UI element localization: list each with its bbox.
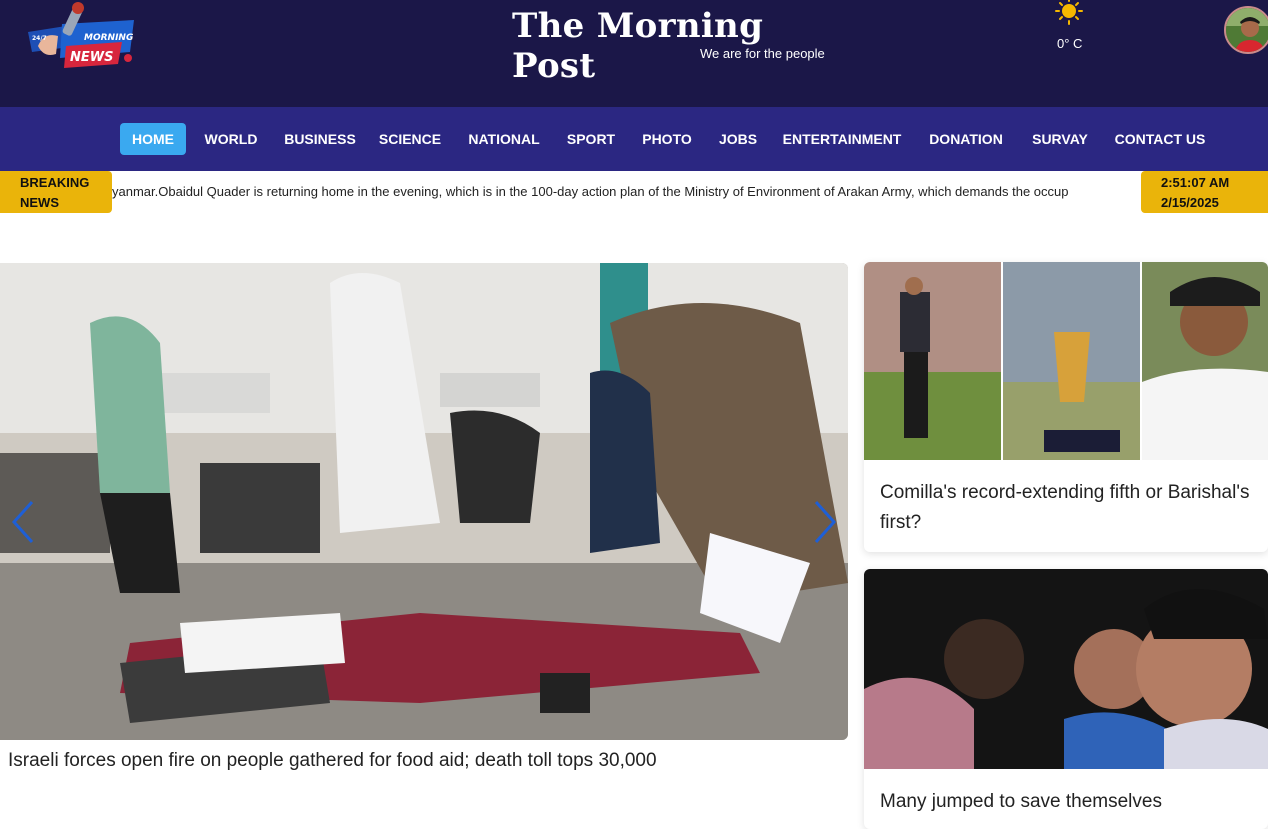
nav-item-home[interactable]: HOME	[120, 123, 186, 155]
nav-item-photo[interactable]: PHOTO	[638, 123, 696, 155]
user-avatar[interactable]	[1224, 6, 1268, 54]
site-header: 24/7 MORNING NEWS The Morning Post We ar…	[0, 0, 1268, 107]
hero-slider-image[interactable]	[0, 263, 848, 740]
breaking-news-label: BREAKING NEWS	[0, 171, 112, 213]
nav-item-entertainment[interactable]: ENTERTAINMENT	[780, 123, 904, 155]
news-ticker[interactable]: yanmar.Obaidul Quader is returning home …	[112, 184, 1142, 204]
logo-text-news: NEWS	[70, 50, 113, 65]
breaking-label-line2: NEWS	[20, 195, 59, 210]
nav-item-sport[interactable]: SPORT	[564, 123, 618, 155]
nav-item-jobs[interactable]: JOBS	[716, 123, 760, 155]
nav-item-donation[interactable]: DONATION	[924, 123, 1008, 155]
slider-next-arrow[interactable]	[810, 498, 840, 546]
logo-text-morning: MORNING	[84, 33, 133, 43]
nav-item-science[interactable]: SCIENCE	[376, 123, 444, 155]
nav-item-national[interactable]: NATIONAL	[464, 123, 544, 155]
nav-item-business[interactable]: BUSINESS	[282, 123, 358, 155]
logo-text-247: 24/7	[32, 35, 47, 42]
nav-item-survay[interactable]: SURVAY	[1028, 123, 1092, 155]
news-card[interactable]: Comilla's record-extending fifth or Bari…	[864, 262, 1268, 552]
site-tagline: We are for the people	[700, 46, 825, 61]
datetime-display: 2:51:07 AM 2/15/2025	[1141, 171, 1268, 213]
nav-item-world[interactable]: WORLD	[200, 123, 262, 155]
main-navigation: HOME WORLD BUSINESS SCIENCE NATIONAL SPO…	[0, 107, 1268, 171]
news-card-image[interactable]	[864, 262, 1268, 460]
breaking-label-line1: BREAKING	[20, 175, 90, 190]
slider-prev-arrow[interactable]	[8, 498, 38, 546]
hero-headline[interactable]: Israeli forces open fire on people gathe…	[8, 750, 838, 772]
nav-item-contact-us[interactable]: CONTACT US	[1110, 123, 1210, 155]
weather-temperature: 0° C	[1057, 36, 1083, 51]
current-time: 2:51:07 AM	[1161, 175, 1230, 190]
news-card[interactable]: Many jumped to save themselves	[864, 569, 1268, 829]
current-date: 2/15/2025	[1161, 195, 1219, 210]
morning-news-logo[interactable]: 24/7 MORNING NEWS	[22, 2, 144, 74]
sun-icon	[1052, 0, 1086, 26]
news-card-title[interactable]: Comilla's record-extending fifth or Bari…	[864, 460, 1268, 538]
breaking-news-bar: BREAKING NEWS yanmar.Obaidul Quader is r…	[0, 171, 1268, 213]
news-card-image[interactable]	[864, 569, 1268, 769]
